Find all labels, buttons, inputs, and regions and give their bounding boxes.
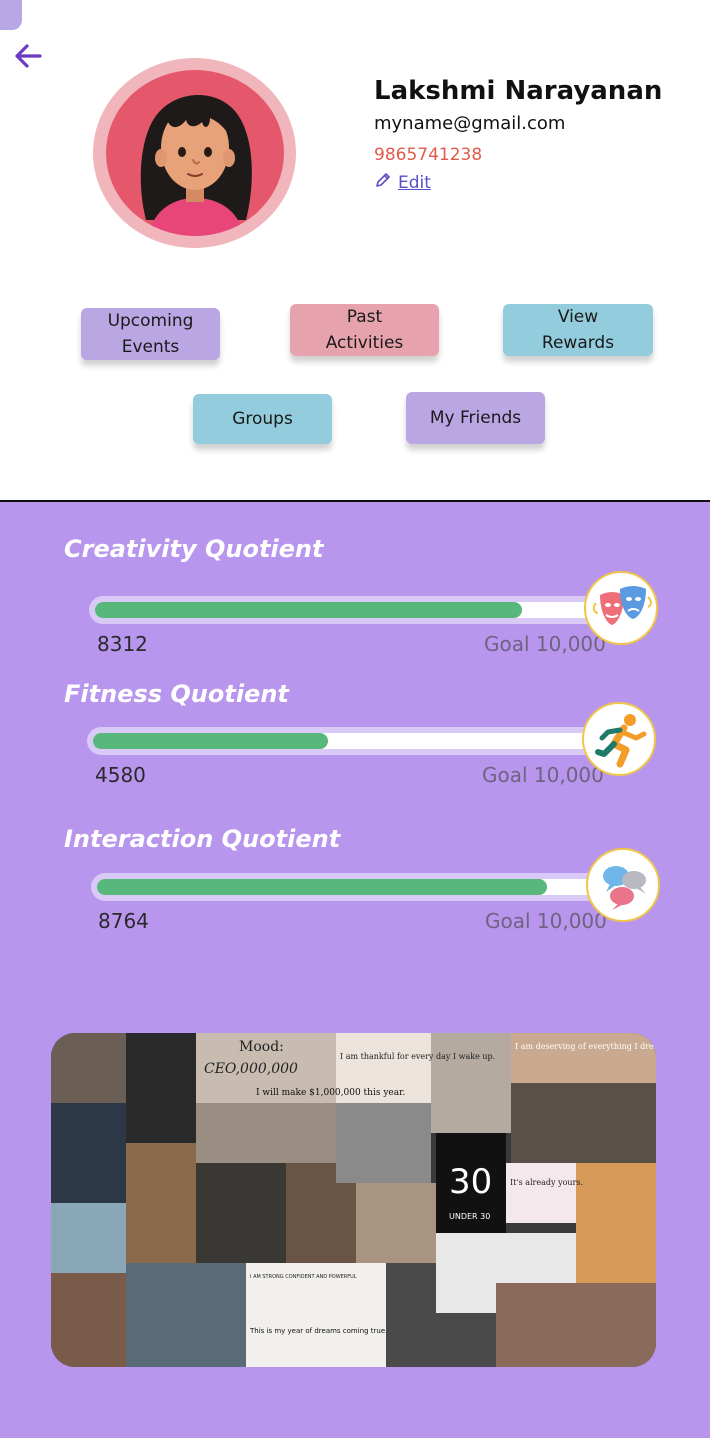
past-activities-button[interactable]: Past Activities [290, 304, 439, 356]
edit-profile-link[interactable]: Edit [374, 171, 431, 194]
pencil-icon [374, 171, 392, 194]
collage-text-under30: UNDER 30 [449, 1212, 490, 1221]
fitness-goal: Goal 10,000 [482, 763, 604, 787]
upcoming-events-button[interactable]: Upcoming Events [81, 308, 220, 360]
vision-board-collage[interactable]: Mood: CEO,000,000 I will make $1,000,000… [51, 1033, 656, 1367]
collage-text-deserving: I am deserving of everything I dream of. [515, 1042, 656, 1051]
avatar[interactable] [106, 70, 284, 236]
creativity-progress-bar [89, 596, 609, 624]
creativity-title: Creativity Quotient [64, 535, 324, 563]
profile-name: Lakshmi Narayanan [374, 76, 663, 106]
profile-email: myname@gmail.com [374, 113, 566, 134]
chat-bubbles-icon [586, 848, 660, 922]
theater-masks-icon [584, 571, 658, 645]
interaction-progress-fill [97, 879, 548, 895]
creativity-progress-fill [95, 602, 523, 618]
running-person-icon [582, 702, 656, 776]
collage-text-thankful: I am thankful for every day I wake up. [340, 1052, 495, 1061]
collage-text-dreams: This is my year of dreams coming true. [249, 1327, 387, 1335]
collage-text-30: 30 [449, 1162, 492, 1202]
edit-label: Edit [398, 172, 431, 193]
fitness-progress-fill [93, 733, 329, 749]
my-friends-button[interactable]: My Friends [406, 392, 545, 444]
collage-text-strong: I AM STRONG CONFIDENT AND POWERFUL [250, 1274, 357, 1280]
collage-text-already-yours: It's already yours. [510, 1178, 583, 1187]
back-arrow-icon[interactable] [12, 40, 44, 72]
collage-text-million: I will make $1,000,000 this year. [256, 1088, 405, 1098]
creativity-goal: Goal 10,000 [484, 632, 606, 656]
interaction-goal: Goal 10,000 [485, 909, 607, 933]
interaction-progress-bar [91, 873, 611, 901]
fitness-progress-bar [87, 727, 607, 755]
interaction-value: 8764 [98, 909, 149, 933]
fitness-title: Fitness Quotient [64, 680, 289, 708]
collage-text-mood: Mood: [239, 1039, 284, 1055]
corner-tab [0, 0, 22, 30]
collage-text-ceo: CEO,000,000 [204, 1061, 298, 1077]
fitness-value: 4580 [95, 763, 146, 787]
view-rewards-button[interactable]: View Rewards [503, 304, 653, 356]
profile-phone: 9865741238 [374, 145, 483, 165]
groups-button[interactable]: Groups [193, 394, 332, 444]
interaction-title: Interaction Quotient [64, 825, 341, 853]
creativity-value: 8312 [97, 632, 148, 656]
